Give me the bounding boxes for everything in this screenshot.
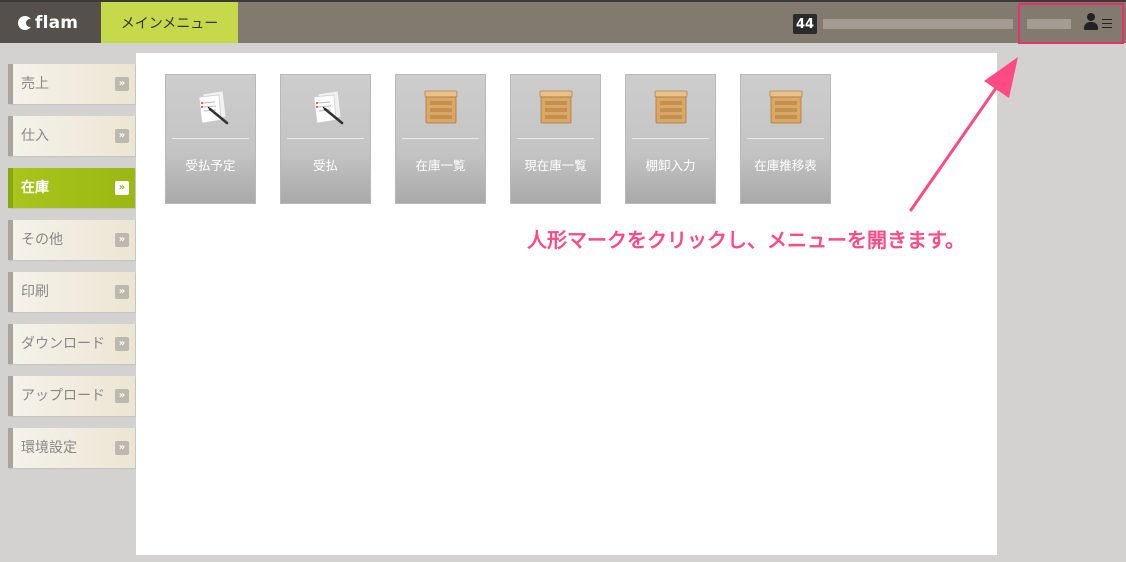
sidebar-item-label: その他: [21, 232, 63, 248]
sidebar-item-download[interactable]: ダウンロード »: [8, 324, 135, 364]
tile-receipt-schedule[interactable]: 受払予定: [165, 74, 256, 204]
sidebar-item-label: 印刷: [21, 284, 49, 300]
sidebar-item-purchase[interactable]: 仕入 »: [8, 116, 135, 156]
redacted-company-name: [823, 19, 1013, 29]
logo-text: flam: [35, 12, 79, 33]
sidebar-item-print[interactable]: 印刷 »: [8, 272, 135, 312]
sidebar-item-label: 在庫: [21, 180, 49, 196]
top-header-bar: flam メインメニュー 44: [0, 0, 1126, 43]
double-chevron-right-icon: »: [115, 77, 129, 91]
double-chevron-right-icon: »: [115, 389, 129, 403]
tile-stocktaking-input[interactable]: 棚卸入力: [625, 74, 716, 204]
sidebar-item-label: アップロード: [21, 388, 105, 404]
tab-main-menu[interactable]: メインメニュー: [101, 2, 238, 43]
notification-count-badge[interactable]: 44: [793, 14, 817, 34]
tile-label: 現在庫一覧: [524, 158, 587, 173]
sidebar-item-label: ダウンロード: [21, 336, 105, 352]
tile-label: 在庫推移表: [754, 158, 817, 173]
document-pen-icon: [190, 87, 232, 127]
sidebar-menu: 売上 » 仕入 » 在庫 » その他 » 印刷 » ダウンロード » アップロー…: [8, 64, 135, 480]
hamburger-menu-icon[interactable]: [1102, 19, 1112, 28]
double-chevron-right-icon: »: [115, 441, 129, 455]
wooden-box-icon: [650, 87, 692, 127]
sidebar-item-other[interactable]: その他 »: [8, 220, 135, 260]
tile-inventory-trend[interactable]: 在庫推移表: [740, 74, 831, 204]
wooden-box-icon: [420, 87, 462, 127]
double-chevron-right-icon: »: [115, 285, 129, 299]
wooden-box-icon: [765, 87, 807, 127]
sidebar-item-inventory[interactable]: 在庫 »: [8, 168, 135, 208]
double-chevron-right-icon: »: [115, 129, 129, 143]
tile-inventory-list[interactable]: 在庫一覧: [395, 74, 486, 204]
sidebar-item-upload[interactable]: アップロード »: [8, 376, 135, 416]
main-content-panel: 受払予定 受払 在庫一覧 現在庫一覧 棚卸入力 在庫推移表: [136, 53, 997, 555]
document-pen-icon: [305, 87, 347, 127]
wooden-box-icon: [535, 87, 577, 127]
tile-label: 受払: [312, 158, 338, 173]
tile-receipt[interactable]: 受払: [280, 74, 371, 204]
double-chevron-right-icon: »: [115, 337, 129, 351]
sidebar-item-label: 売上: [21, 76, 49, 92]
annotation-text: 人形マークをクリックし、メニューを開きます。: [527, 228, 965, 252]
logo-mark-icon: [18, 15, 34, 30]
sidebar-item-sales[interactable]: 売上 »: [8, 64, 135, 104]
sidebar-item-label: 仕入: [21, 128, 49, 144]
double-chevron-right-icon: »: [115, 181, 129, 195]
person-icon[interactable]: [1084, 13, 1098, 31]
tile-label: 受払予定: [185, 158, 236, 173]
double-chevron-right-icon: »: [115, 233, 129, 247]
sidebar-item-settings[interactable]: 環境設定 »: [8, 428, 135, 468]
app-logo[interactable]: flam: [0, 2, 101, 43]
tile-current-inventory-list[interactable]: 現在庫一覧: [510, 74, 601, 204]
tile-label: 在庫一覧: [415, 158, 466, 173]
sidebar-item-label: 環境設定: [21, 440, 77, 456]
tile-label: 棚卸入力: [645, 158, 696, 173]
